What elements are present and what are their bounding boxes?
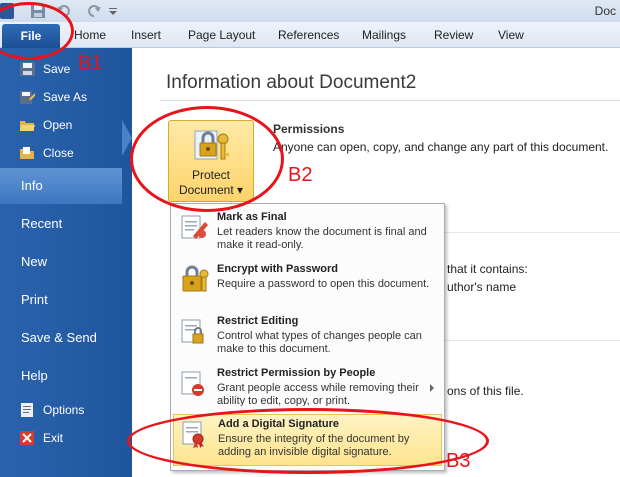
permissions-description: Anyone can open, copy, and change any pa…	[273, 140, 609, 154]
menu-item-restrict-permission-by-people[interactable]: Restrict Permission by People Grant peop…	[173, 364, 442, 406]
nav-info-label: Info	[21, 178, 43, 193]
nav-open[interactable]: Open	[0, 111, 132, 139]
exit-icon	[20, 431, 35, 445]
padlock-key-icon	[179, 264, 209, 294]
nav-exit-label: Exit	[43, 431, 64, 445]
save-as-icon	[20, 90, 35, 104]
submenu-arrow-icon	[430, 384, 434, 392]
title-divider	[160, 100, 620, 101]
tab-view[interactable]: View	[498, 28, 524, 42]
inspect-text-fragment: that it contains:	[447, 262, 528, 276]
nav-save-as-label: Save As	[43, 90, 88, 104]
page-title: Information about Document2	[166, 72, 417, 93]
menu-item-restrict-editing[interactable]: Restrict Editing Control what types of c…	[173, 312, 442, 364]
annotation-circle-b3	[127, 408, 489, 474]
nav-info[interactable]: Info	[0, 168, 122, 204]
menu-item-encrypt-with-password[interactable]: Encrypt with Password Require a password…	[173, 260, 442, 312]
permissions-heading: Permissions	[273, 122, 345, 136]
tab-page-layout[interactable]: Page Layout	[188, 28, 255, 42]
menu-item-title: Mark as Final	[217, 211, 287, 223]
nav-save-and-send-label: Save & Send	[21, 330, 97, 345]
nav-close[interactable]: Close	[0, 139, 132, 167]
tab-review[interactable]: Review	[434, 28, 473, 42]
menu-item-description: Require a password to open this document…	[217, 278, 430, 290]
nav-open-label: Open	[43, 118, 73, 132]
nav-recent[interactable]: Recent	[0, 206, 132, 242]
annotation-label-b3: B3	[446, 450, 471, 472]
tab-home[interactable]: Home	[74, 28, 106, 42]
annotation-label-b1: B1	[78, 52, 103, 74]
nav-print-label: Print	[21, 292, 48, 307]
annotation-label-b2: B2	[288, 164, 313, 186]
annotation-circle-b2	[130, 106, 284, 212]
versions-text-fragment: ons of this file.	[447, 384, 524, 398]
open-folder-icon	[20, 118, 35, 132]
menu-item-title: Restrict Permission by People	[217, 367, 376, 379]
nav-print[interactable]: Print	[0, 282, 132, 318]
nav-save-and-send[interactable]: Save & Send	[0, 320, 132, 356]
menu-item-description: Grant people access while removing their…	[217, 382, 419, 406]
nav-new-label: New	[21, 254, 48, 269]
options-icon	[20, 403, 35, 417]
nav-new[interactable]: New	[0, 244, 132, 280]
close-folder-icon	[20, 146, 35, 160]
nav-recent-label: Recent	[21, 216, 63, 231]
mark-final-icon	[179, 212, 209, 242]
nav-save-as[interactable]: Save As	[0, 83, 132, 111]
tab-references[interactable]: References	[278, 28, 339, 42]
nav-close-label: Close	[43, 146, 74, 160]
menu-item-description: Control what types of changes people can…	[217, 330, 422, 355]
restrict-permission-icon	[179, 368, 209, 398]
restrict-editing-icon	[179, 316, 209, 346]
menu-item-title: Restrict Editing	[217, 315, 299, 327]
tab-mailings[interactable]: Mailings	[362, 28, 406, 42]
nav-save-label: Save	[43, 62, 71, 76]
menu-item-description: Let readers know the document is final a…	[217, 226, 427, 251]
title-bar: Doc	[0, 0, 620, 22]
menu-item-mark-as-final[interactable]: Mark as Final Let readers know the docum…	[173, 208, 442, 260]
nav-help[interactable]: Help	[0, 358, 132, 394]
nav-options-label: Options	[43, 403, 85, 417]
menu-item-title: Encrypt with Password	[217, 263, 339, 275]
customize-toolbar-icon[interactable]	[108, 3, 118, 19]
nav-options[interactable]: Options	[0, 396, 132, 424]
window-title: Doc	[594, 4, 616, 18]
nav-exit[interactable]: Exit	[0, 424, 132, 452]
ribbon-tab-bar: File Home Insert Page Layout References …	[0, 22, 620, 48]
inspect-text-fragment: uthor's name	[447, 280, 516, 294]
nav-help-label: Help	[21, 368, 48, 383]
save-icon	[20, 62, 35, 76]
backstage-nav: Save Save As Open Close Info Recent New …	[0, 48, 132, 477]
tab-insert[interactable]: Insert	[131, 28, 161, 42]
redo-icon[interactable]	[86, 3, 102, 19]
